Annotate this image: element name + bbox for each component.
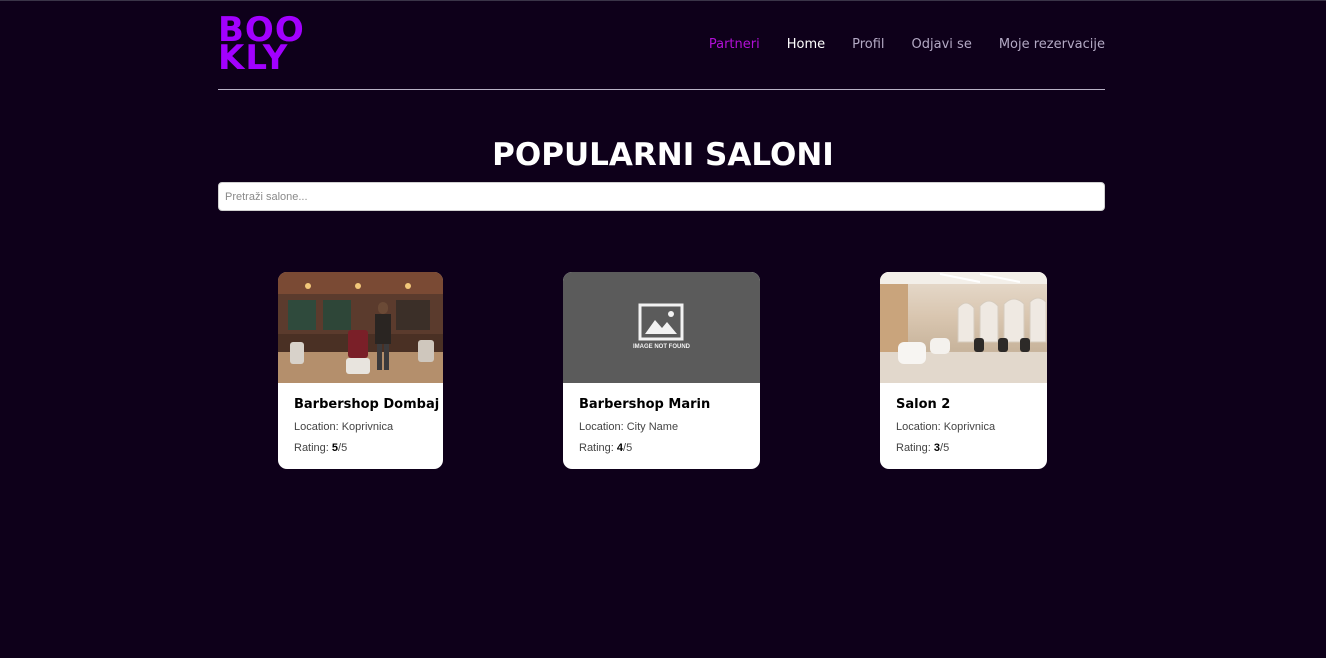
barbershop-photo [278,272,443,383]
salon-card[interactable]: Salon 2 Location: Koprivnica Rating: 3/5 [880,272,1047,469]
location-value: City Name [626,421,679,433]
salon-interior-photo [880,272,1047,383]
rating-max: /5 [940,442,950,454]
salon-card[interactable]: IMAGE NOT FOUND Barbershop Marin Locatio… [563,272,760,469]
salon-name: Salon 2 [896,397,951,412]
nav-link-partneri[interactable]: Partneri [709,37,760,52]
image-placeholder-icon [638,303,684,341]
location-label: Location: [896,421,941,433]
salon-rating: Rating: 4/5 [579,442,744,454]
image-not-found-placeholder: IMAGE NOT FOUND [563,272,760,383]
location-label: Location: [579,421,624,433]
location-value: Koprivnica [943,421,996,433]
nav-link-moje-rezervacije[interactable]: Moje rezervacije [999,37,1105,52]
site-header: BOO KLY Partneri Home Profil Odjavi se M… [218,0,1105,90]
salon-rating: Rating: 3/5 [896,442,1031,454]
rating-label: Rating: [294,442,329,454]
rating-max: /5 [338,442,348,454]
main-nav: Partneri Home Profil Odjavi se Moje reze… [709,37,1105,52]
rating-label: Rating: [896,442,931,454]
salon-location: Location: City Name [579,421,744,433]
nav-link-home[interactable]: Home [787,37,825,52]
nav-link-profil[interactable]: Profil [852,37,884,52]
location-value: Koprivnica [341,421,394,433]
page-title: POPULARNI SALONI [492,137,834,173]
salon-rating: Rating: 5/5 [294,442,427,454]
image-not-found-label: IMAGE NOT FOUND [633,344,690,350]
salon-name: Barbershop Marin [579,397,711,412]
rating-max: /5 [623,442,633,454]
salon-location: Location: Koprivnica [896,421,1031,433]
bookly-logo[interactable]: BOO KLY [218,13,304,78]
logo-line-2: KLY [218,38,289,78]
salon-name: Barbershop Dombaj [294,397,440,412]
salon-card[interactable]: Barbershop Dombaj Location: Koprivnica R… [278,272,443,469]
salon-location: Location: Koprivnica [294,421,427,433]
nav-link-odjavi-se[interactable]: Odjavi se [912,37,972,52]
location-label: Location: [294,421,339,433]
salon-search-input[interactable] [218,182,1105,211]
rating-label: Rating: [579,442,614,454]
